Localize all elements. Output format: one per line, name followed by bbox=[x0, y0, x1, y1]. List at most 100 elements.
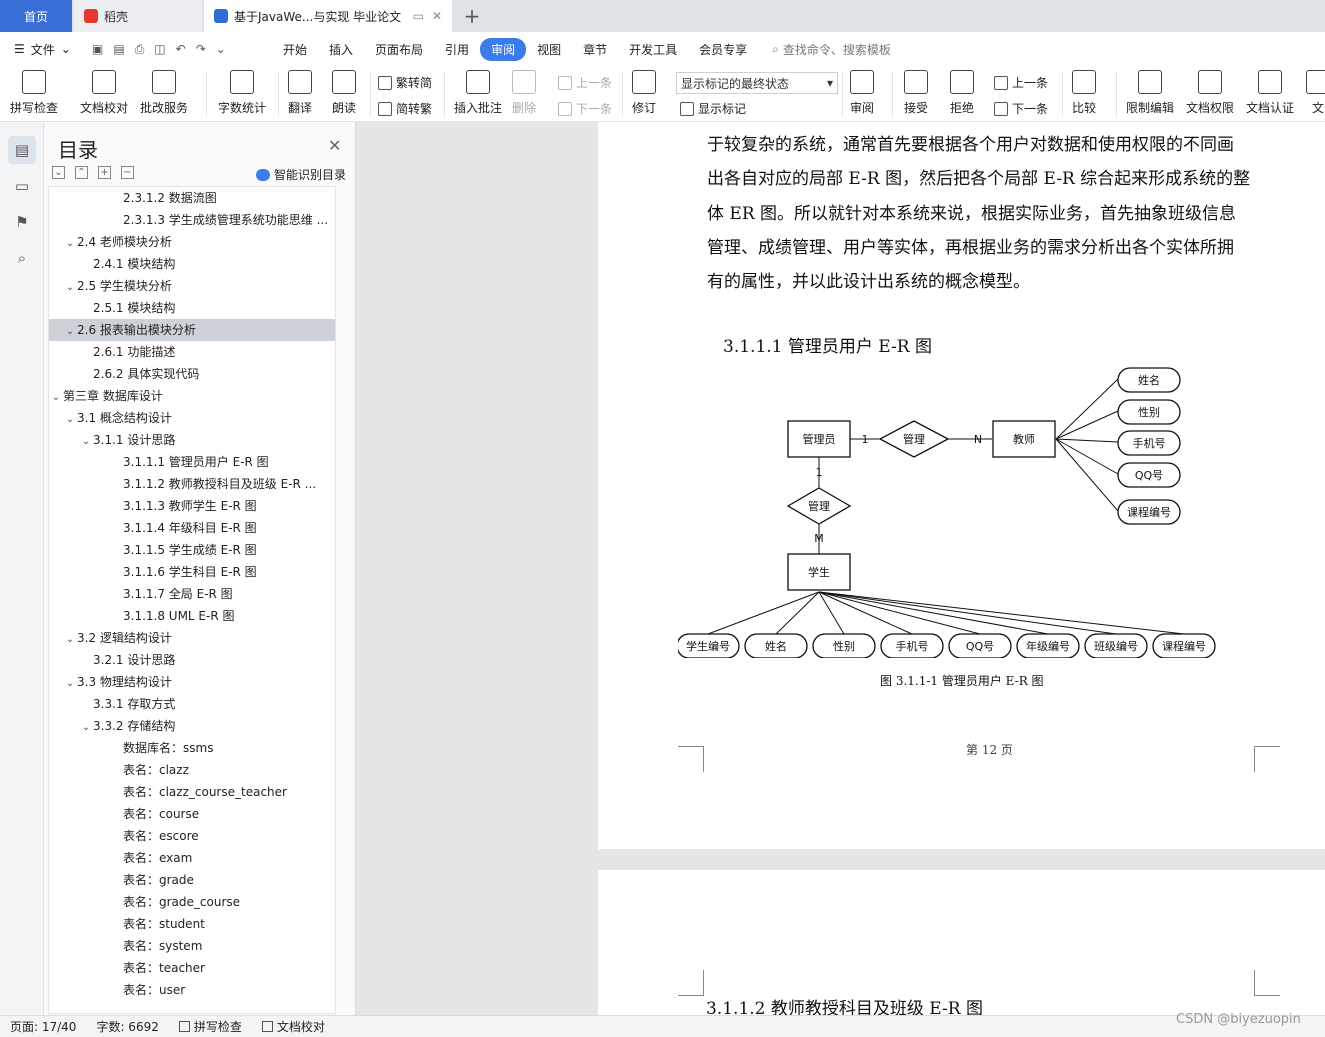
print-preview-icon[interactable]: ◫ bbox=[154, 42, 165, 56]
doc-permission-button[interactable]: 文档权限 bbox=[1186, 70, 1234, 116]
doc-proof-toggle[interactable]: 文档校对 bbox=[252, 1018, 335, 1035]
toc-item[interactable]: ⌄ 3.1.1 设计思路 bbox=[49, 429, 335, 451]
toc-item[interactable]: 表名：teacher bbox=[49, 957, 335, 979]
toc-item[interactable]: 3.1.1.5 学生成绩 E-R 图 bbox=[49, 539, 335, 561]
nav-pane-icon[interactable]: ▭ bbox=[8, 172, 36, 200]
delete-comment-button[interactable]: 删除 bbox=[512, 70, 536, 116]
toc-item[interactable]: 数据库名：ssms bbox=[49, 737, 335, 759]
remove-heading-icon[interactable]: − bbox=[121, 166, 134, 179]
trad-to-simp-button[interactable]: 繁转简 bbox=[378, 74, 432, 91]
menu-item[interactable]: 会员专享 bbox=[688, 38, 758, 61]
toc-item[interactable]: 表名：grade bbox=[49, 869, 335, 891]
tab-screen-icon[interactable]: ▭ bbox=[413, 9, 424, 23]
expand-caret-icon[interactable]: ⌄ bbox=[79, 431, 93, 451]
toc-item[interactable]: 表名：grade_course bbox=[49, 891, 335, 913]
toc-item[interactable]: 3.1.1.6 学生科目 E-R 图 bbox=[49, 561, 335, 583]
restrict-edit-button[interactable]: 限制编辑 bbox=[1126, 70, 1174, 116]
expand-caret-icon[interactable]: ⌄ bbox=[63, 629, 77, 649]
annotate-service-button[interactable]: 批改服务 bbox=[140, 70, 188, 116]
toc-pane-icon[interactable]: ▤ bbox=[8, 136, 36, 164]
tab-daoke[interactable]: 稻壳 bbox=[74, 0, 202, 32]
revise-button[interactable]: 修订 bbox=[632, 70, 656, 116]
page-indicator[interactable]: 页面: 17/40 bbox=[0, 1018, 86, 1035]
close-icon[interactable]: ✕ bbox=[328, 136, 341, 155]
toc-item[interactable]: 3.1.1.7 全局 E-R 图 bbox=[49, 583, 335, 605]
spell-check-toggle[interactable]: 拼写检查 bbox=[169, 1018, 252, 1035]
toc-item[interactable]: 2.5.1 模块结构 bbox=[49, 297, 335, 319]
toc-item[interactable]: 3.3.1 存取方式 bbox=[49, 693, 335, 715]
doc-more-button[interactable]: 文 bbox=[1306, 70, 1325, 116]
toc-item[interactable]: ⌄ 3.3 物理结构设计 bbox=[49, 671, 335, 693]
review-pane-button[interactable]: 审阅 bbox=[850, 70, 874, 116]
toc-item[interactable]: 3.1.1.1 管理员用户 E-R 图 bbox=[49, 451, 335, 473]
add-heading-icon[interactable]: + bbox=[98, 166, 111, 179]
file-menu[interactable]: ☰ 文件 ⌄ bbox=[0, 41, 86, 58]
toc-item[interactable]: ⌄ 第三章 数据库设计 bbox=[49, 385, 335, 407]
menu-item[interactable]: 插入 bbox=[318, 38, 364, 61]
next-comment-button[interactable]: 下一条 bbox=[558, 100, 612, 117]
compare-button[interactable]: 比较 bbox=[1072, 70, 1096, 116]
menu-item[interactable]: 页面布局 bbox=[364, 38, 434, 61]
word-count-indicator[interactable]: 字数: 6692 bbox=[86, 1018, 168, 1035]
toc-item[interactable]: ⌄ 2.5 学生模块分析 bbox=[49, 275, 335, 297]
read-aloud-button[interactable]: 朗读 bbox=[332, 70, 356, 116]
menu-item[interactable]: 开发工具 bbox=[618, 38, 688, 61]
expand-caret-icon[interactable]: ⌄ bbox=[79, 717, 93, 737]
menu-item[interactable]: 引用 bbox=[434, 38, 480, 61]
toc-item[interactable]: 2.3.1.3 学生成绩管理系统功能思维 ... bbox=[49, 209, 335, 231]
toc-item[interactable]: 表名：clazz bbox=[49, 759, 335, 781]
tab-document[interactable]: 基于JavaWe...与实现 毕业论文 ▭ ✕ bbox=[204, 0, 452, 32]
print-icon[interactable]: ⎙ bbox=[135, 42, 145, 57]
menu-item[interactable]: 章节 bbox=[572, 38, 618, 61]
toc-item[interactable]: 2.4.1 模块结构 bbox=[49, 253, 335, 275]
customize-chevron-icon[interactable]: ⌄ bbox=[216, 42, 226, 56]
show-markup-button[interactable]: 显示标记 bbox=[680, 100, 746, 117]
expand-caret-icon[interactable]: ⌄ bbox=[63, 321, 77, 341]
smart-toc-button[interactable]: 智能识别目录 bbox=[256, 166, 346, 183]
expand-caret-icon[interactable]: ⌄ bbox=[63, 233, 77, 253]
toc-item[interactable]: 表名：system bbox=[49, 935, 335, 957]
toc-item[interactable]: 3.2.1 设计思路 bbox=[49, 649, 335, 671]
prev-change-button[interactable]: 上一条 bbox=[994, 74, 1048, 91]
doc-proof-button[interactable]: 文档校对 bbox=[80, 70, 128, 116]
menu-item[interactable]: 视图 bbox=[526, 38, 572, 61]
expand-caret-icon[interactable]: ⌄ bbox=[63, 277, 77, 297]
toc-item[interactable]: 3.1.1.8 UML E-R 图 bbox=[49, 605, 335, 627]
toc-item[interactable]: 表名：clazz_course_teacher bbox=[49, 781, 335, 803]
translate-button[interactable]: 翻译 bbox=[288, 70, 312, 116]
insert-comment-button[interactable]: 插入批注 bbox=[454, 70, 502, 116]
word-count-button[interactable]: 字数统计 bbox=[218, 70, 266, 116]
toc-item[interactable]: ⌄ 3.1 概念结构设计 bbox=[49, 407, 335, 429]
toc-item[interactable]: 表名：exam bbox=[49, 847, 335, 869]
reject-button[interactable]: 拒绝 bbox=[950, 70, 974, 116]
tab-home[interactable]: 首页 bbox=[0, 0, 72, 32]
simp-to-trad-button[interactable]: 简转繁 bbox=[378, 100, 432, 117]
toc-item[interactable]: 表名：course bbox=[49, 803, 335, 825]
toc-item[interactable]: ⌄ 3.2 逻辑结构设计 bbox=[49, 627, 335, 649]
toc-item[interactable]: 3.1.1.4 年级科目 E-R 图 bbox=[49, 517, 335, 539]
toc-item[interactable]: ⌄ 2.4 老师模块分析 bbox=[49, 231, 335, 253]
prev-comment-button[interactable]: 上一条 bbox=[558, 74, 612, 91]
menu-item[interactable]: 审阅 bbox=[480, 37, 527, 61]
expand-caret-icon[interactable]: ⌄ bbox=[49, 387, 63, 407]
accept-button[interactable]: 接受 bbox=[904, 70, 928, 116]
collapse-all-icon[interactable]: ⌄ bbox=[52, 166, 65, 179]
expand-caret-icon[interactable]: ⌄ bbox=[63, 673, 77, 693]
search-pane-icon[interactable]: ⌕ bbox=[8, 244, 36, 272]
redo-icon[interactable]: ↷ bbox=[196, 42, 206, 56]
toc-item[interactable]: 3.1.1.2 教师教授科目及班级 E-R ... bbox=[49, 473, 335, 495]
save-icon[interactable]: ▣ bbox=[92, 42, 103, 56]
new-tab-button[interactable]: + bbox=[462, 4, 482, 28]
toc-item[interactable]: 2.6.1 功能描述 bbox=[49, 341, 335, 363]
toc-item[interactable]: 3.1.1.3 教师学生 E-R 图 bbox=[49, 495, 335, 517]
toc-item[interactable]: ⌄ 3.3.2 存储结构 bbox=[49, 715, 335, 737]
spell-check-button[interactable]: 拼写检查 bbox=[10, 70, 58, 116]
toc-item[interactable]: 2.6.2 具体实现代码 bbox=[49, 363, 335, 385]
command-search[interactable]: ⌕ 查找命令、搜索模板 bbox=[772, 41, 891, 58]
toc-item[interactable]: 表名：user bbox=[49, 979, 335, 1001]
export-pdf-icon[interactable]: ▤ bbox=[113, 42, 124, 56]
menu-item[interactable]: 开始 bbox=[272, 38, 318, 61]
tab-close-icon[interactable]: ✕ bbox=[432, 9, 442, 23]
toc-item[interactable]: ⌄ 2.6 报表输出模块分析 bbox=[49, 319, 335, 341]
expand-caret-icon[interactable]: ⌄ bbox=[63, 409, 77, 429]
